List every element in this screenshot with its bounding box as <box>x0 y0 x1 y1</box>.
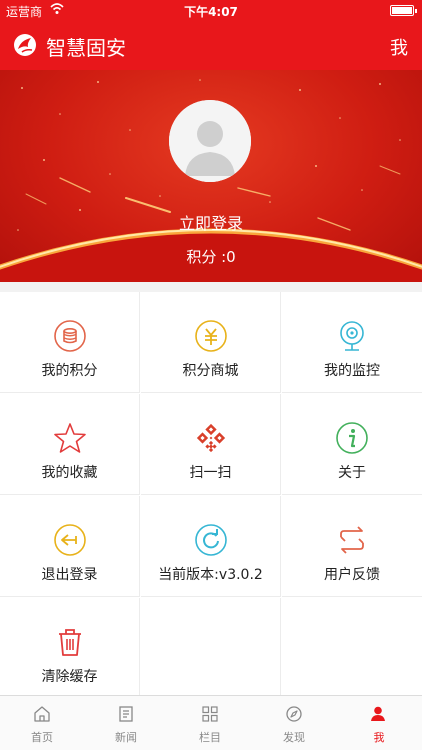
header-me-button[interactable]: 我 <box>390 34 408 60</box>
menu-item-feedback[interactable]: 用户反馈 <box>282 496 422 597</box>
app-logo-icon <box>12 32 38 58</box>
tab-discover[interactable]: 发现 <box>252 696 336 750</box>
menu-item-label: 我的收藏 <box>41 465 98 481</box>
menu-item-points-mall[interactable]: 积分商城 <box>141 292 281 393</box>
menu-item-label: 关于 <box>338 465 366 481</box>
login-link[interactable]: 立即登录 <box>0 210 422 234</box>
qrcode-icon <box>195 422 227 454</box>
feedback-icon <box>336 524 368 556</box>
app-title: 智慧固安 <box>46 36 126 60</box>
menu-item-label: 积分商城 <box>182 363 239 379</box>
tab-label: 发现 <box>283 731 305 744</box>
menu-item-logout[interactable]: 退出登录 <box>0 496 140 597</box>
menu-empty-cell <box>141 598 281 699</box>
tab-label: 新闻 <box>115 731 137 744</box>
compass-icon <box>285 705 303 723</box>
menu-item-version[interactable]: 当前版本:v3.0.2 <box>141 496 281 597</box>
default-avatar-icon <box>169 100 251 182</box>
avatar[interactable] <box>169 100 251 182</box>
person-icon <box>369 705 387 723</box>
grid-icon <box>201 705 219 723</box>
menu-item-clear-cache[interactable]: 清除缓存 <box>0 598 140 699</box>
menu-item-label: 清除缓存 <box>41 669 98 685</box>
menu-item-my-monitor[interactable]: 我的监控 <box>282 292 422 393</box>
menu-item-label: 扫一扫 <box>189 465 232 481</box>
news-icon <box>117 705 135 723</box>
tab-news[interactable]: 新闻 <box>84 696 168 750</box>
tab-me[interactable]: 我 <box>336 696 422 750</box>
profile-banner: 立即登录 积分 :0 <box>0 70 422 282</box>
webcam-icon <box>336 320 368 352</box>
tab-bar: 首页 新闻 栏目 发现 我 <box>0 695 422 750</box>
tab-label: 我 <box>373 731 385 744</box>
status-bar: 运营商 下午4:07 <box>0 0 422 22</box>
battery-icon <box>390 5 417 16</box>
menu-item-label: 我的监控 <box>324 363 380 379</box>
trash-icon <box>54 626 86 658</box>
menu-item-label: 当前版本:v3.0.2 <box>158 567 263 583</box>
info-icon <box>336 422 368 454</box>
home-icon <box>33 705 51 723</box>
tab-label: 首页 <box>31 731 53 744</box>
menu-item-label: 退出登录 <box>41 567 98 583</box>
menu-item-scan[interactable]: 扫一扫 <box>141 394 281 495</box>
menu-grid: 我的积分 积分商城 我的监控 我的收藏 扫一扫 关于 退出登录 当前版本:v3.… <box>0 292 422 699</box>
logout-icon <box>54 524 86 556</box>
points-label: 积分 :0 <box>186 248 236 266</box>
navigation-bar: 智慧固安 我 <box>0 22 422 70</box>
coins-icon <box>54 320 86 352</box>
refresh-icon <box>195 524 227 556</box>
clock-label: 下午4:07 <box>184 5 238 19</box>
menu-item-my-points[interactable]: 我的积分 <box>0 292 140 393</box>
menu-item-label: 我的积分 <box>41 363 98 379</box>
menu-item-about[interactable]: 关于 <box>282 394 422 495</box>
star-icon <box>54 422 86 454</box>
yuan-coin-icon <box>195 320 227 352</box>
tab-home[interactable]: 首页 <box>0 696 84 750</box>
menu-item-my-favorites[interactable]: 我的收藏 <box>0 394 140 495</box>
tab-columns[interactable]: 栏目 <box>168 696 252 750</box>
tab-label: 栏目 <box>199 731 221 744</box>
menu-item-label: 用户反馈 <box>324 567 380 583</box>
